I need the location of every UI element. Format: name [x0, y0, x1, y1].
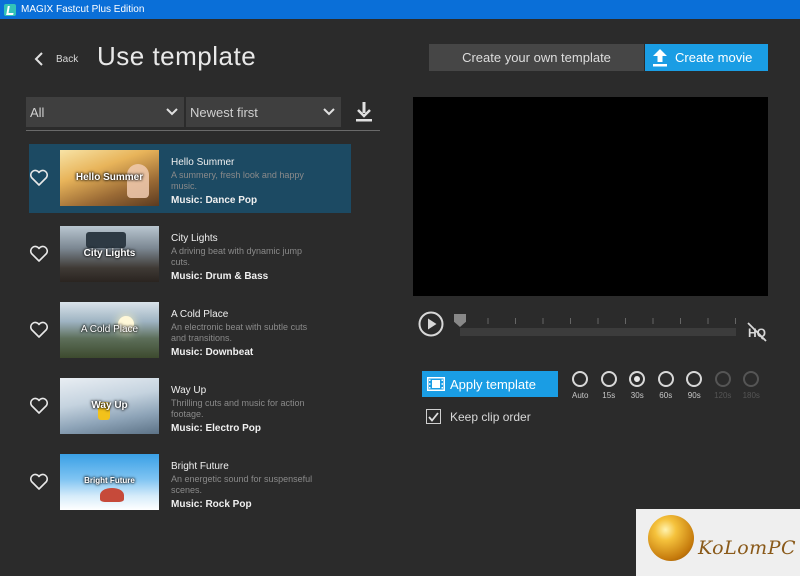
- thumbnail: Way Up: [60, 378, 159, 434]
- create-movie-button[interactable]: Create movie: [645, 44, 768, 71]
- radio-circle: [600, 371, 617, 387]
- template-music: Music: Drum & Bass: [171, 271, 269, 282]
- template-music: Music: Electro Pop: [171, 423, 262, 434]
- keep-clip-order-checkbox[interactable]: Keep clip order: [426, 409, 531, 424]
- template-name: A Cold Place: [171, 309, 229, 320]
- duration-180s-radio[interactable]: 180s: [737, 371, 766, 400]
- heart-icon[interactable]: [29, 320, 49, 340]
- radio-circle: [686, 371, 703, 387]
- timeline-ticks: [460, 318, 736, 324]
- duration-90s-radio[interactable]: 90s: [680, 371, 709, 400]
- radio-circle: [572, 371, 589, 387]
- title-bar: MAGIX Fastcut Plus Edition: [0, 0, 800, 19]
- duration-label: 60s: [659, 391, 673, 400]
- create-movie-label: Create movie: [675, 50, 753, 65]
- play-button-icon[interactable]: [418, 311, 444, 337]
- film-strip-icon: [422, 371, 450, 397]
- duration-15s-radio[interactable]: 15s: [595, 371, 624, 400]
- template-description: A driving beat with dynamic jump cuts.: [171, 246, 303, 267]
- duration-30s-radio[interactable]: 30s: [623, 371, 652, 400]
- divider: [26, 130, 380, 131]
- heart-icon[interactable]: [29, 244, 49, 264]
- sort-dropdown[interactable]: Newest first: [186, 97, 341, 127]
- thumbnail-caption: City Lights: [83, 248, 136, 259]
- thumbnail: City Lights: [60, 226, 159, 282]
- thumbnail-caption: Hello Summer: [75, 172, 144, 183]
- thumbnail: A Cold Place: [60, 302, 159, 358]
- timeline-handle[interactable]: [454, 314, 466, 327]
- category-value: All: [30, 104, 45, 120]
- page-title: Use template: [97, 41, 257, 71]
- camera-rig-shape: [86, 232, 126, 248]
- radio-circle: [629, 371, 646, 387]
- radio-circle: [714, 371, 731, 387]
- thumbnail: Bright Future: [60, 454, 159, 510]
- template-name: Way Up: [171, 385, 207, 396]
- thumbnail-caption: A Cold Place: [80, 324, 139, 335]
- template-description: An energetic sound for suspenseful scene…: [171, 474, 313, 495]
- apply-template-button[interactable]: Apply template: [422, 371, 558, 397]
- template-music: Music: Rock Pop: [171, 499, 252, 510]
- template-name: Bright Future: [171, 461, 229, 472]
- thumbnail-caption: Way Up: [91, 400, 128, 411]
- template-item-a-cold-place[interactable]: A Cold Place A Cold Place An electronic …: [29, 296, 351, 365]
- window-title: MAGIX Fastcut Plus Edition: [21, 4, 145, 15]
- heart-icon[interactable]: [29, 168, 49, 188]
- create-own-template-button[interactable]: Create your own template: [429, 44, 644, 71]
- sledder-figure: [100, 488, 124, 502]
- checkbox-box: [426, 409, 441, 424]
- download-icon: [356, 102, 372, 122]
- template-description: An electronic beat with subtle cuts and …: [171, 322, 308, 343]
- timeline-track: [460, 328, 736, 336]
- template-item-bright-future[interactable]: Bright Future Bright Future An energetic…: [29, 448, 351, 517]
- download-button[interactable]: [352, 100, 376, 124]
- template-item-hello-summer[interactable]: Hello Summer Hello Summer A summery, fre…: [29, 144, 351, 213]
- video-preview[interactable]: [413, 97, 768, 296]
- template-name: City Lights: [171, 233, 218, 244]
- duration-label: 15s: [602, 391, 616, 400]
- watermark-logo: KoLomPC: [636, 509, 800, 576]
- duration-120s-radio[interactable]: 120s: [709, 371, 738, 400]
- radio-circle: [657, 371, 674, 387]
- duration-label: Auto: [572, 391, 589, 400]
- duration-label: 30s: [630, 391, 644, 400]
- category-dropdown[interactable]: All: [26, 97, 184, 127]
- chevron-left-icon: [34, 52, 43, 66]
- playback-timeline[interactable]: [454, 314, 736, 340]
- heart-icon[interactable]: [29, 396, 49, 416]
- template-music: Music: Dance Pop: [171, 195, 258, 206]
- apply-template-label: Apply template: [450, 376, 536, 392]
- template-item-way-up[interactable]: Way Up Way Up Thrilling cuts and music f…: [29, 372, 351, 441]
- duration-label: 180s: [742, 391, 760, 400]
- app-logo-icon: [4, 3, 16, 16]
- template-description: Thrilling cuts and music for action foot…: [171, 398, 305, 419]
- chevron-down-icon: [323, 108, 335, 116]
- keep-clip-order-label: Keep clip order: [450, 409, 531, 424]
- radio-circle: [743, 371, 760, 387]
- hq-toggle-icon[interactable]: HQ: [746, 321, 768, 343]
- orb-icon: [648, 515, 694, 561]
- duration-auto-radio[interactable]: Auto: [566, 371, 595, 400]
- checkmark-icon: [428, 411, 439, 422]
- duration-60s-radio[interactable]: 60s: [652, 371, 681, 400]
- duration-label: 90s: [687, 391, 701, 400]
- duration-label: 120s: [714, 391, 732, 400]
- back-button[interactable]: Back: [34, 52, 78, 66]
- duration-radio-group: Auto 15s 30s 60s 90s 120s 180s: [566, 371, 766, 400]
- template-item-city-lights[interactable]: City Lights City Lights A driving beat w…: [29, 220, 351, 289]
- template-music: Music: Downbeat: [171, 347, 254, 358]
- thumbnail: Hello Summer: [60, 150, 159, 206]
- template-name: Hello Summer: [171, 157, 235, 168]
- template-description: A summery, fresh look and happy music.: [171, 170, 304, 191]
- chevron-down-icon: [166, 108, 178, 116]
- heart-icon[interactable]: [29, 472, 49, 492]
- thumbnail-caption: Bright Future: [84, 476, 135, 485]
- watermark-text: KoLomPC: [698, 537, 797, 559]
- back-label: Back: [56, 53, 79, 65]
- main-panel: Back Use template Create your own templa…: [0, 19, 800, 576]
- upload-icon: [645, 44, 675, 71]
- sort-value: Newest first: [190, 104, 258, 120]
